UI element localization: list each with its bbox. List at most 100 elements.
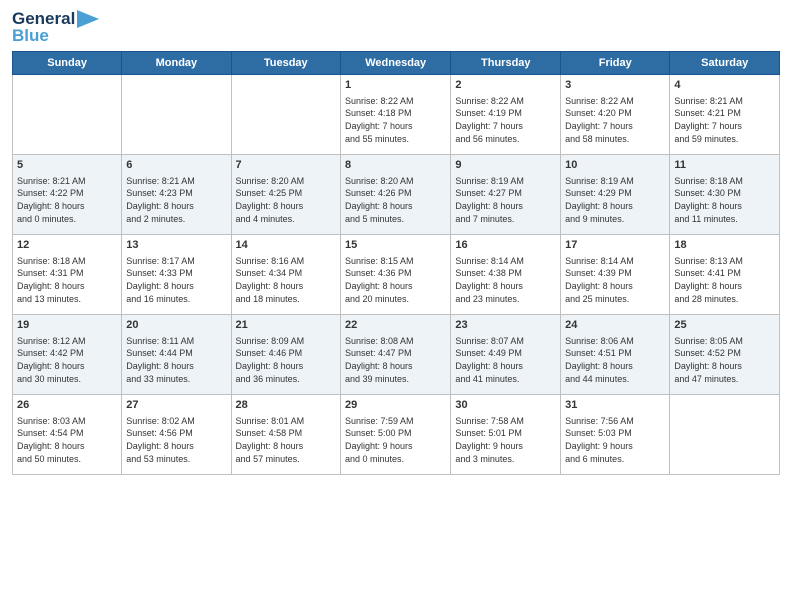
calendar-cell: 3 Sunrise: 8:22 AM Sunset: 4:20 PM Daylig… — [561, 75, 670, 155]
calendar-cell: 20 Sunrise: 8:11 AM Sunset: 4:44 PM Dayli… — [122, 315, 231, 395]
day-number: 15 — [345, 238, 446, 253]
day-info: Sunrise: 8:20 AM Sunset: 4:25 PM Dayligh… — [236, 175, 336, 225]
day-number: 10 — [565, 158, 665, 173]
day-number: 30 — [455, 398, 556, 413]
calendar-cell: 12Sunrise: 8:18 AM Sunset: 4:31 PM Dayli… — [13, 235, 122, 315]
calendar-cell: 13 Sunrise: 8:17 AM Sunset: 4:33 PM Dayli… — [122, 235, 231, 315]
day-info: Sunrise: 8:16 AM Sunset: 4:34 PM Dayligh… — [236, 255, 336, 305]
calendar-week-row: 1Sunrise: 8:22 AM Sunset: 4:18 PM Daylig… — [13, 75, 780, 155]
day-info: Sunrise: 8:21 AM Sunset: 4:23 PM Dayligh… — [126, 175, 226, 225]
day-number: 31 — [565, 398, 665, 413]
day-number: 24 — [565, 318, 665, 333]
day-info: Sunrise: 8:13 AM Sunset: 4:41 PM Dayligh… — [674, 255, 775, 305]
day-info: Sunrise: 8:14 AM Sunset: 4:39 PM Dayligh… — [565, 255, 665, 305]
calendar-cell: 2Sunrise: 8:22 AM Sunset: 4:19 PM Daylig… — [451, 75, 561, 155]
calendar-cell: 15 Sunrise: 8:15 AM Sunset: 4:36 PM Dayli… — [341, 235, 451, 315]
calendar-cell: 26 Sunrise: 8:03 AM Sunset: 4:54 PM Dayli… — [13, 395, 122, 475]
calendar-week-row: 5 Sunrise: 8:21 AM Sunset: 4:22 PM Daylig… — [13, 155, 780, 235]
day-info: Sunrise: 8:06 AM Sunset: 4:51 PM Dayligh… — [565, 335, 665, 385]
calendar-cell — [670, 395, 780, 475]
calendar-cell: 29 Sunrise: 7:59 AM Sunset: 5:00 PM Dayli… — [341, 395, 451, 475]
calendar-cell: 31 Sunrise: 7:56 AM Sunset: 5:03 PM Dayli… — [561, 395, 670, 475]
calendar-cell: 16 Sunrise: 8:14 AM Sunset: 4:38 PM Dayli… — [451, 235, 561, 315]
day-info: Sunrise: 8:20 AM Sunset: 4:26 PM Dayligh… — [345, 175, 446, 225]
calendar-week-row: 26 Sunrise: 8:03 AM Sunset: 4:54 PM Dayli… — [13, 395, 780, 475]
calendar-cell: 14 Sunrise: 8:16 AM Sunset: 4:34 PM Dayli… — [231, 235, 340, 315]
calendar-cell: 7 Sunrise: 8:20 AM Sunset: 4:25 PM Daylig… — [231, 155, 340, 235]
header: General Blue — [12, 10, 780, 45]
day-info: Sunrise: 8:11 AM Sunset: 4:44 PM Dayligh… — [126, 335, 226, 385]
day-info: Sunrise: 8:18 AM Sunset: 4:31 PM Dayligh… — [17, 255, 117, 305]
calendar-cell: 8 Sunrise: 8:20 AM Sunset: 4:26 PM Daylig… — [341, 155, 451, 235]
day-info: Sunrise: 8:15 AM Sunset: 4:36 PM Dayligh… — [345, 255, 446, 305]
calendar-cell: 1Sunrise: 8:22 AM Sunset: 4:18 PM Daylig… — [341, 75, 451, 155]
day-info: Sunrise: 8:21 AM Sunset: 4:21 PM Dayligh… — [674, 95, 775, 145]
logo-blue: Blue — [12, 27, 49, 46]
calendar-header-row: SundayMondayTuesdayWednesdayThursdayFrid… — [13, 52, 780, 75]
day-info: Sunrise: 7:56 AM Sunset: 5:03 PM Dayligh… — [565, 415, 665, 465]
day-info: Sunrise: 8:17 AM Sunset: 4:33 PM Dayligh… — [126, 255, 226, 305]
calendar-cell — [231, 75, 340, 155]
day-info: Sunrise: 8:19 AM Sunset: 4:27 PM Dayligh… — [455, 175, 556, 225]
day-number: 16 — [455, 238, 556, 253]
day-info: Sunrise: 8:12 AM Sunset: 4:42 PM Dayligh… — [17, 335, 117, 385]
calendar-header-saturday: Saturday — [670, 52, 780, 75]
day-number: 20 — [126, 318, 226, 333]
calendar-header-thursday: Thursday — [451, 52, 561, 75]
day-number: 27 — [126, 398, 226, 413]
day-info: Sunrise: 8:22 AM Sunset: 4:20 PM Dayligh… — [565, 95, 665, 145]
calendar-cell: 18 Sunrise: 8:13 AM Sunset: 4:41 PM Dayli… — [670, 235, 780, 315]
calendar-cell: 5 Sunrise: 8:21 AM Sunset: 4:22 PM Daylig… — [13, 155, 122, 235]
calendar-cell — [122, 75, 231, 155]
day-info: Sunrise: 8:02 AM Sunset: 4:56 PM Dayligh… — [126, 415, 226, 465]
logo-arrow-icon — [77, 10, 99, 28]
calendar-header-wednesday: Wednesday — [341, 52, 451, 75]
day-number: 19 — [17, 318, 117, 333]
day-number: 23 — [455, 318, 556, 333]
calendar-header-sunday: Sunday — [13, 52, 122, 75]
day-number: 29 — [345, 398, 446, 413]
day-number: 9 — [455, 158, 556, 173]
calendar-cell: 28 Sunrise: 8:01 AM Sunset: 4:58 PM Dayli… — [231, 395, 340, 475]
day-number: 4 — [674, 78, 775, 93]
day-info: Sunrise: 8:14 AM Sunset: 4:38 PM Dayligh… — [455, 255, 556, 305]
day-number: 22 — [345, 318, 446, 333]
day-number: 17 — [565, 238, 665, 253]
calendar-cell: 10 Sunrise: 8:19 AM Sunset: 4:29 PM Dayli… — [561, 155, 670, 235]
day-number: 5 — [17, 158, 117, 173]
calendar-cell: 27 Sunrise: 8:02 AM Sunset: 4:56 PM Dayli… — [122, 395, 231, 475]
logo-text-block: General Blue — [12, 10, 99, 45]
day-info: Sunrise: 8:09 AM Sunset: 4:46 PM Dayligh… — [236, 335, 336, 385]
day-info: Sunrise: 8:08 AM Sunset: 4:47 PM Dayligh… — [345, 335, 446, 385]
day-number: 21 — [236, 318, 336, 333]
day-info: Sunrise: 8:22 AM Sunset: 4:18 PM Dayligh… — [345, 95, 446, 145]
calendar-cell: 19 Sunrise: 8:12 AM Sunset: 4:42 PM Dayli… — [13, 315, 122, 395]
calendar-header-friday: Friday — [561, 52, 670, 75]
calendar-cell — [13, 75, 122, 155]
day-number: 18 — [674, 238, 775, 253]
day-info: Sunrise: 8:19 AM Sunset: 4:29 PM Dayligh… — [565, 175, 665, 225]
day-number: 28 — [236, 398, 336, 413]
calendar-cell: 11Sunrise: 8:18 AM Sunset: 4:30 PM Dayli… — [670, 155, 780, 235]
day-number: 13 — [126, 238, 226, 253]
calendar-cell: 6Sunrise: 8:21 AM Sunset: 4:23 PM Daylig… — [122, 155, 231, 235]
calendar-header-monday: Monday — [122, 52, 231, 75]
calendar-header-tuesday: Tuesday — [231, 52, 340, 75]
calendar-cell: 24 Sunrise: 8:06 AM Sunset: 4:51 PM Dayli… — [561, 315, 670, 395]
day-number: 11 — [674, 158, 775, 173]
day-number: 26 — [17, 398, 117, 413]
logo: General Blue — [12, 10, 99, 45]
day-number: 3 — [565, 78, 665, 93]
calendar-cell: 25Sunrise: 8:05 AM Sunset: 4:52 PM Dayli… — [670, 315, 780, 395]
day-info: Sunrise: 8:22 AM Sunset: 4:19 PM Dayligh… — [455, 95, 556, 145]
day-info: Sunrise: 8:03 AM Sunset: 4:54 PM Dayligh… — [17, 415, 117, 465]
day-number: 7 — [236, 158, 336, 173]
day-info: Sunrise: 8:01 AM Sunset: 4:58 PM Dayligh… — [236, 415, 336, 465]
calendar-cell: 22 Sunrise: 8:08 AM Sunset: 4:47 PM Dayli… — [341, 315, 451, 395]
calendar-cell: 23Sunrise: 8:07 AM Sunset: 4:49 PM Dayli… — [451, 315, 561, 395]
day-info: Sunrise: 8:21 AM Sunset: 4:22 PM Dayligh… — [17, 175, 117, 225]
day-info: Sunrise: 7:59 AM Sunset: 5:00 PM Dayligh… — [345, 415, 446, 465]
day-number: 8 — [345, 158, 446, 173]
calendar: SundayMondayTuesdayWednesdayThursdayFrid… — [12, 51, 780, 475]
day-number: 14 — [236, 238, 336, 253]
